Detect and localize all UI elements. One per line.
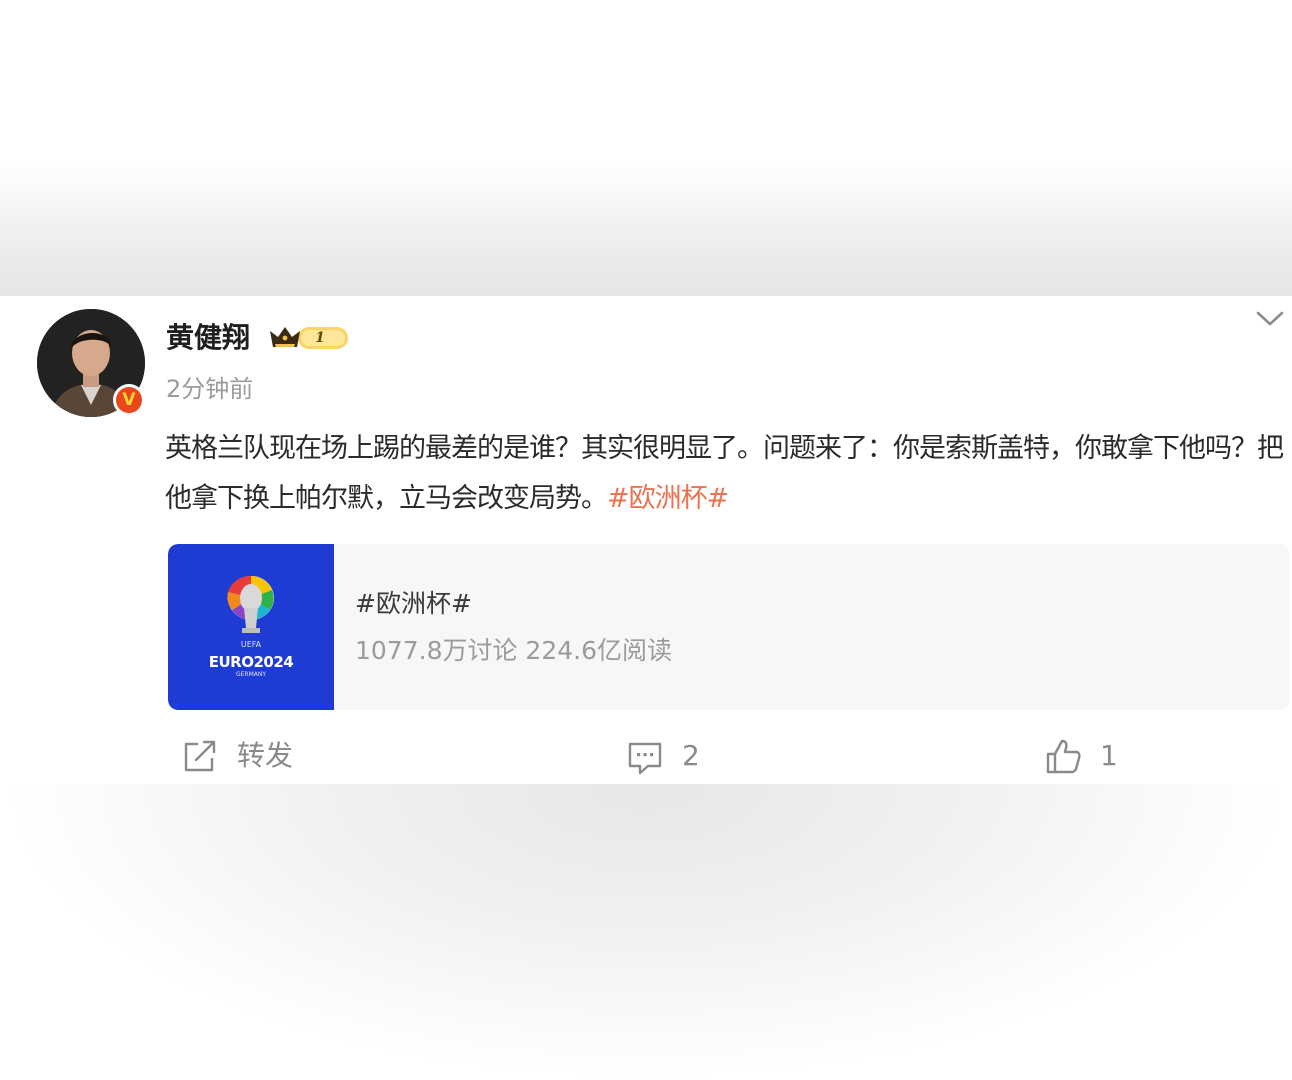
topic-stats: 1077.8万讨论 224.6亿阅读: [355, 636, 672, 665]
logo-small-bottom: GERMANY: [235, 671, 267, 678]
post-timestamp[interactable]: 2分钟前: [166, 372, 253, 406]
like-button[interactable]: 1: [1045, 736, 1125, 776]
topic-title[interactable]: #欧洲杯#: [355, 586, 472, 622]
hashtag-link[interactable]: #欧洲杯#: [607, 483, 729, 514]
weibo-post-card: V 黄健翔 1 2分钟前 英格兰队现在场上踢的最差的是谁？其实很明显了。问题来了…: [0, 296, 1292, 784]
like-count: 1: [1100, 739, 1118, 772]
vip-level: 1: [315, 330, 325, 346]
background-bottom: [0, 784, 1292, 1080]
verified-v-icon: V: [116, 387, 142, 413]
comment-count: 2: [682, 739, 700, 772]
post-text: 英格兰队现在场上踢的最差的是谁？其实很明显了。问题来了：你是索斯盖特，你敢拿下他…: [165, 424, 1289, 524]
topic-card[interactable]: UEFA EURO2024 GERMANY #欧洲杯# 1077.8万讨论 22…: [168, 544, 1289, 710]
chevron-down-icon[interactable]: [1254, 306, 1286, 330]
verified-badge: V: [113, 384, 145, 416]
repost-label: 转发: [237, 739, 294, 772]
euro2024-trophy-icon: [227, 575, 274, 633]
euro2024-logo-image: UEFA EURO2024 GERMANY: [168, 544, 334, 710]
comment-icon: [628, 742, 662, 775]
logo-small-top: UEFA: [240, 640, 262, 649]
logo-text: EURO2024: [208, 653, 294, 671]
like-icon: [1046, 739, 1081, 774]
repost-button[interactable]: 转发: [182, 736, 302, 776]
author-name[interactable]: 黄健翔: [166, 318, 250, 358]
background-top: [0, 0, 1292, 296]
repost-icon: [184, 740, 216, 772]
crown-icon[interactable]: [268, 323, 350, 353]
comment-button[interactable]: 2: [626, 736, 706, 776]
